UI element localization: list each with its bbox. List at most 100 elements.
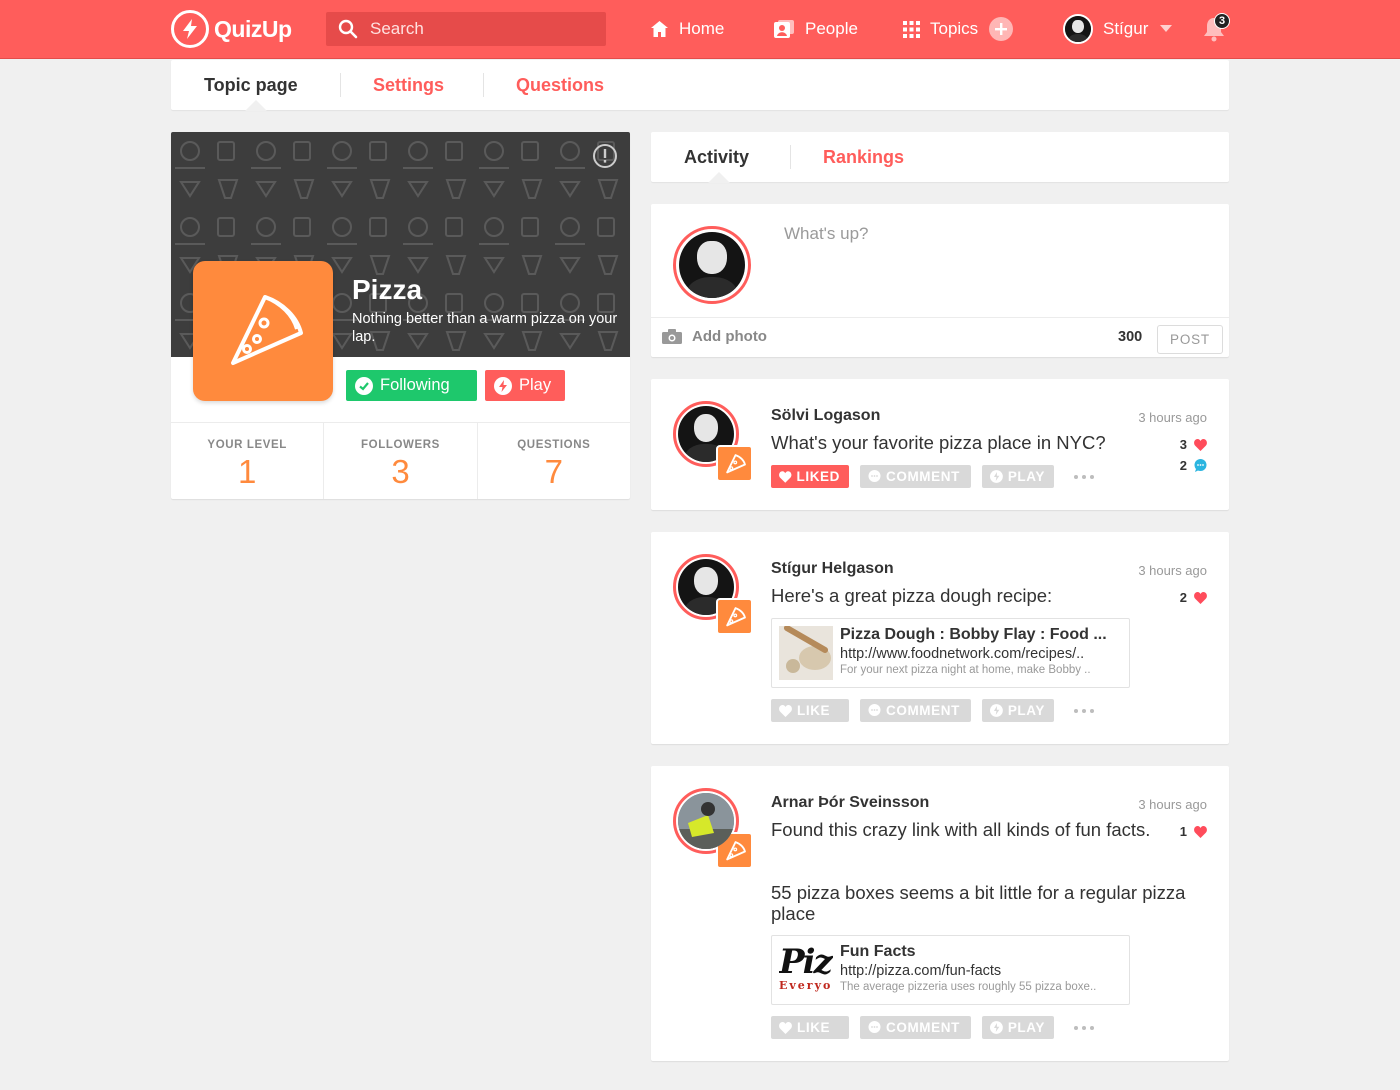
search-box[interactable] (326, 12, 606, 46)
stat-level: YOUR LEVEL 1 (171, 423, 325, 499)
user-avatar (1063, 14, 1093, 44)
play-label: Play (519, 376, 552, 394)
lightning-circle-icon (990, 704, 1003, 717)
feed-post: Arnar Þór Sveinsson 3 hours ago Found th… (651, 766, 1229, 1061)
pizza-slice-icon[interactable] (716, 598, 753, 635)
more-options-icon[interactable] (1074, 1025, 1094, 1030)
link-url: http://pizza.com/fun-facts (840, 963, 1002, 979)
play-topic-button[interactable]: Play (485, 370, 565, 401)
comment-button[interactable]: COMMENT (860, 465, 971, 488)
report-icon[interactable] (592, 143, 618, 169)
tab-divider (790, 145, 791, 169)
like-label: LIKE (797, 703, 831, 718)
nav-topics[interactable]: Topics (903, 14, 1014, 44)
play-button[interactable]: PLAY (982, 1016, 1054, 1039)
stat-followers[interactable]: FOLLOWERS 3 (324, 423, 478, 499)
avatar[interactable] (673, 788, 739, 854)
tab-questions[interactable]: Questions (516, 60, 604, 110)
speech-bubble-icon (868, 470, 881, 482)
post-counts: 3 2 (1180, 434, 1207, 476)
search-input[interactable] (370, 19, 600, 39)
lightning-circle-icon (494, 376, 512, 395)
nav-people[interactable]: People (773, 14, 858, 44)
like-count-value: 2 (1179, 590, 1187, 605)
comment-count-value: 2 (1179, 458, 1187, 473)
topic-stats: YOUR LEVEL 1 FOLLOWERS 3 QUESTIONS 7 (171, 422, 630, 499)
following-label: Following (380, 376, 450, 394)
heart-icon (1193, 438, 1207, 452)
pizza-slice-icon[interactable] (716, 445, 753, 482)
user-menu[interactable]: Stígur (1063, 14, 1173, 44)
comment-count[interactable]: 2 (1180, 455, 1207, 476)
link-title: Fun Facts (840, 943, 916, 960)
tab-rankings[interactable]: Rankings (823, 132, 904, 182)
following-button[interactable]: Following (346, 370, 477, 401)
stat-value: 7 (544, 453, 563, 490)
play-label: PLAY (1007, 1020, 1045, 1035)
more-options-icon[interactable] (1074, 474, 1094, 479)
post-text: What's your favorite pizza place in NYC? (771, 432, 1106, 453)
add-photo-button[interactable]: Add photo (662, 328, 767, 345)
tab-divider (340, 73, 341, 97)
link-thumbnail: Piz Everyo (779, 943, 833, 997)
nav-home[interactable]: Home (650, 14, 724, 44)
quizup-logo[interactable]: QuizUp (171, 9, 292, 49)
post-composer: Add photo 300 POST (651, 204, 1229, 357)
nav-home-label: Home (679, 19, 725, 38)
post-author[interactable]: Stígur Helgason (771, 560, 894, 578)
status-input[interactable] (784, 224, 1204, 304)
post-button[interactable]: POST (1157, 325, 1223, 354)
check-circle-icon (355, 376, 373, 395)
play-button[interactable]: PLAY (982, 465, 1054, 488)
link-preview[interactable]: Piz Everyo Fun Facts http://pizza.com/fu… (771, 935, 1130, 1005)
stat-questions[interactable]: QUESTIONS 7 (478, 423, 630, 499)
link-description: For your next pizza night at home, make … (840, 664, 1091, 676)
stat-value: 3 (391, 453, 410, 490)
people-icon (774, 20, 794, 38)
like-button[interactable]: LIKE (771, 1016, 849, 1039)
like-label: LIKE (797, 1020, 831, 1035)
composer-footer: Add photo 300 POST (651, 317, 1229, 357)
lightning-circle-icon (990, 1021, 1003, 1034)
lightning-bolt-icon (171, 10, 209, 48)
feed-tabs: Activity Rankings (651, 132, 1229, 183)
stat-value: 1 (237, 453, 257, 490)
like-count[interactable]: 3 (1180, 434, 1207, 455)
comment-button[interactable]: COMMENT (860, 699, 971, 722)
liked-button[interactable]: LIKED (771, 465, 849, 488)
post-text: Found this crazy link with all kinds of … (771, 819, 1151, 840)
lightning-circle-icon (990, 470, 1003, 483)
comment-label: COMMENT (886, 1020, 960, 1035)
link-title: Pizza Dough : Bobby Flay : Food ... (840, 626, 1107, 643)
like-count[interactable]: 2 (1180, 587, 1207, 608)
heart-icon (1193, 591, 1207, 605)
speech-bubble-icon (1193, 459, 1207, 473)
avatar (673, 226, 751, 304)
post-counts: 1 (1180, 821, 1207, 842)
more-options-icon[interactable] (1074, 708, 1094, 713)
top-navigation-bar: QuizUp Home People Topics Stígur 3 (0, 0, 1400, 59)
thumbnail-logo-text: Piz (779, 943, 833, 982)
speech-bubble-icon (868, 1021, 881, 1033)
like-count-value: 3 (1179, 437, 1187, 452)
topic-title: Pizza (352, 274, 423, 305)
add-topic-icon[interactable] (989, 17, 1014, 41)
comment-button[interactable]: COMMENT (860, 1016, 971, 1039)
play-button[interactable]: PLAY (982, 699, 1054, 722)
character-count: 300 (1118, 329, 1143, 345)
like-button[interactable]: LIKE (771, 699, 849, 722)
chevron-down-icon (1160, 25, 1173, 32)
post-author[interactable]: Sölvi Logason (771, 407, 880, 425)
comment-label: COMMENT (886, 469, 960, 484)
link-preview[interactable]: Pizza Dough : Bobby Flay : Food ... http… (771, 618, 1130, 688)
notifications-button[interactable]: 3 (1201, 13, 1231, 45)
speech-bubble-icon (868, 704, 881, 716)
notification-count-badge: 3 (1214, 13, 1230, 29)
tab-settings[interactable]: Settings (373, 60, 444, 110)
post-author[interactable]: Arnar Þór Sveinsson (771, 794, 929, 812)
nav-people-label: People (805, 19, 858, 38)
camera-icon (662, 329, 682, 344)
link-description: The average pizzeria uses roughly 55 piz… (840, 981, 1097, 993)
like-count[interactable]: 1 (1180, 821, 1207, 842)
stat-label: YOUR LEVEL (207, 439, 287, 451)
